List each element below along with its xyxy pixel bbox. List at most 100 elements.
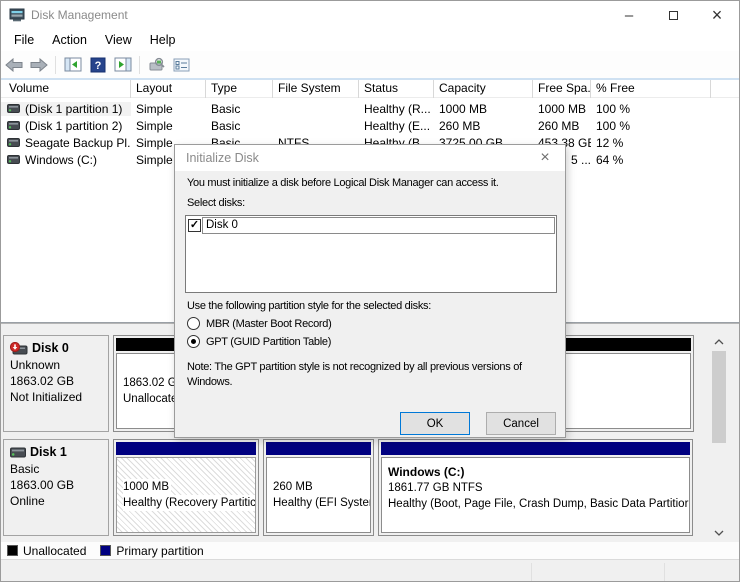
scroll-up-icon[interactable] [706,335,732,348]
disk0-item-label[interactable]: Disk 0 [202,217,555,234]
disk0-checkbox[interactable]: ✓ [188,219,201,232]
primary-partition-band [381,442,690,455]
cell-free-space: 1000 MB [538,101,587,116]
column-header-volume[interactable]: Volume [1,80,131,98]
cell-type: Basic [211,118,241,133]
disk1-partition-efi[interactable]: 260 MB Healthy (EFI System [263,439,374,536]
close-button[interactable]: × [695,1,739,29]
ok-button[interactable]: OK [400,412,470,435]
gpt-radio-row[interactable]: GPT (GUID Partition Table) [187,335,331,348]
cancel-button[interactable]: Cancel [486,412,556,435]
cell-type: Basic [211,101,241,116]
scroll-down-icon[interactable] [706,526,732,539]
cell-pct-free: 100 % [596,101,631,116]
computer-view-icon[interactable] [144,53,169,76]
disk0-info-card[interactable]: Disk 0 Unknown 1863.02 GB Not Initialize… [3,335,109,432]
window-title: Disk Management [31,8,128,22]
minimize-button[interactable]: – [607,1,651,29]
disk0-error-icon [10,341,28,354]
disk0-name: Disk 0 [32,341,69,355]
partition-status: Healthy (Boot, Page File, Crash Dump, Ba… [388,498,689,510]
action-pane-icon[interactable] [110,53,135,76]
partition-status: Healthy (EFI System [273,497,370,509]
column-header-file-system[interactable]: File System [273,80,359,98]
legend-label: Unallocated [23,543,87,558]
help-icon[interactable]: ? [85,53,110,76]
toolbar: ? [1,51,739,78]
disk1-size: 1863.00 GB [10,478,75,492]
menu-view[interactable]: View [96,31,141,49]
partition-style-label: Use the following partition style for th… [187,300,431,312]
volume-disk-icon [7,121,20,130]
cell-free-space: 260 MB [538,118,580,133]
cell-status: Healthy (E... [364,118,431,133]
disk1-type: Basic [10,462,40,476]
maximize-button[interactable] [651,1,695,29]
volume-name: Seagate Backup Pl... [25,135,131,150]
dialog-close-icon[interactable]: × [535,148,555,168]
console-tree-icon[interactable] [60,53,85,76]
column-header-free-space[interactable]: Free Spa... [533,80,591,98]
statusbar-divider [531,563,532,581]
gpt-note-text: Note: The GPT partition style is not rec… [187,361,522,388]
disk1-partition-recovery[interactable]: 1000 MB Healthy (Recovery Partitic [113,439,259,536]
cell-layout: Simple [136,101,173,116]
partition-title: Windows (C:) [388,465,465,479]
disk-listbox[interactable]: ✓ Disk 0 [185,215,557,293]
legend-item-primary-partition: Primary partition [100,543,204,558]
menu-action[interactable]: Action [43,31,96,49]
statusbar-divider [664,563,665,581]
column-header-status[interactable]: Status [359,80,434,98]
partition-size: 1000 MB [123,479,172,495]
mbr-radio-label: MBR (Master Boot Record) [206,317,332,330]
properties-list-icon[interactable] [169,53,194,76]
disk-management-app-icon [9,8,25,22]
toolbar-separator [139,55,140,74]
unallocated-swatch [7,545,18,556]
table-row[interactable]: (Disk 1 partition 2) Simple Basic Health… [1,117,739,134]
disk1-status: Online [10,494,45,508]
primary-partition-band [116,442,256,455]
initialize-disk-dialog: Initialize Disk × You must initialize a … [174,144,566,438]
volume-name: (Disk 1 partition 1) [25,101,123,116]
volume-name: Windows (C:) [25,152,98,167]
title-bar: Disk Management – × [1,1,739,29]
partition-size: 1861.77 GB NTFS [388,482,483,494]
svg-text:?: ? [94,60,101,72]
partition-size: 260 MB [273,481,313,493]
menu-bar: File Action View Help [1,29,739,51]
graphical-pane-scrollbar[interactable] [706,335,732,539]
menu-help[interactable]: Help [141,31,185,49]
column-header-capacity[interactable]: Capacity [434,80,533,98]
primary-partition-band [266,442,371,455]
disk1-info-card[interactable]: Disk 1 Basic 1863.00 GB Online [3,439,109,536]
legend-item-unallocated: Unallocated [7,544,86,558]
disk-management-window: Disk Management – × File Action View Hel… [0,0,740,582]
column-header-pct-free[interactable]: % Free [591,80,711,98]
cell-pct-free: 64 % [596,152,624,167]
legend-bar: Unallocated Primary partition [1,542,739,559]
forward-icon[interactable] [26,53,51,76]
column-header-layout[interactable]: Layout [131,80,206,98]
cell-capacity: 1000 MB [439,101,488,116]
disk1-partition-windows-c[interactable]: Windows (C:) 1861.77 GB NTFS Healthy (Bo… [378,439,693,536]
status-bar [1,559,739,581]
dialog-title: Initialize Disk [186,151,259,165]
back-icon[interactable] [1,53,26,76]
table-row[interactable]: (Disk 1 partition 1) Simple Basic Health… [1,100,739,117]
disk-list-item[interactable]: ✓ Disk 0 [187,217,555,234]
menu-file[interactable]: File [5,31,43,49]
primary-partition-swatch [100,545,112,556]
dialog-intro-text: You must initialize a disk before Logica… [187,177,499,189]
gpt-radio-label: GPT (GUID Partition Table) [206,335,332,348]
mbr-radio[interactable] [187,317,200,330]
mbr-radio-row[interactable]: MBR (Master Boot Record) [187,317,332,330]
volume-disk-icon [7,104,20,113]
legend-label: Primary partition [116,543,204,558]
scrollbar-thumb[interactable] [712,351,726,443]
volume-name: (Disk 1 partition 2) [25,118,123,133]
gpt-radio[interactable] [187,335,200,348]
maximize-icon [668,10,678,20]
column-header-type[interactable]: Type [206,80,273,98]
dialog-title-bar: Initialize Disk × [175,145,565,171]
